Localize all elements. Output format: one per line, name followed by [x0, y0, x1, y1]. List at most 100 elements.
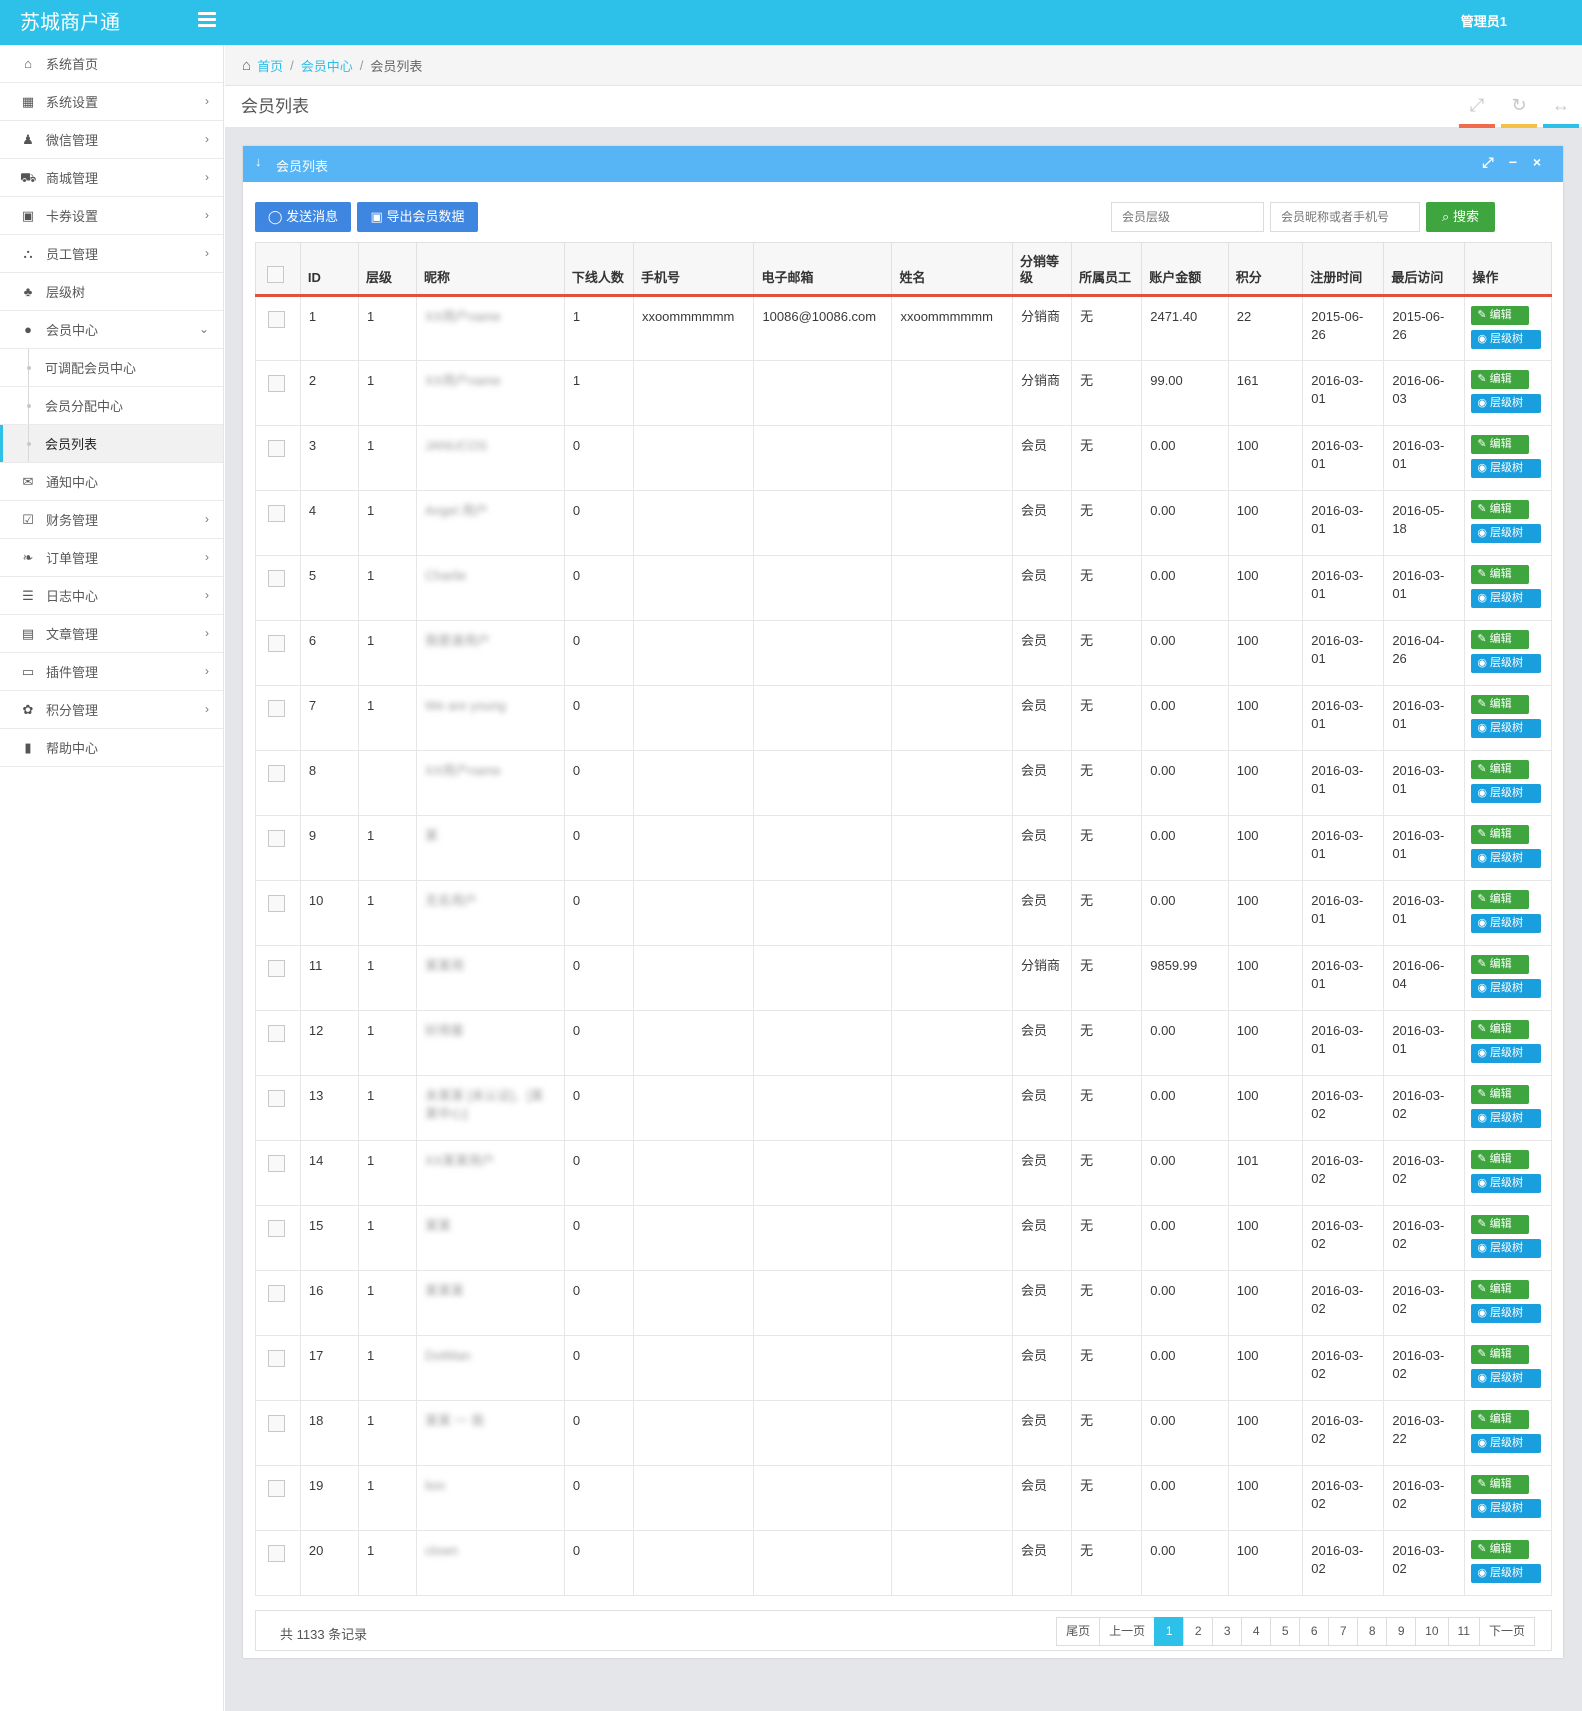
- edit-button[interactable]: ✎ 编辑: [1471, 1020, 1530, 1039]
- edit-button[interactable]: ✎ 编辑: [1471, 565, 1530, 584]
- level-tree-button[interactable]: ◉ 层级树: [1471, 330, 1542, 349]
- user-menu[interactable]: 管理员1: [1461, 12, 1507, 32]
- page-number-button[interactable]: 2: [1183, 1617, 1214, 1646]
- row-checkbox[interactable]: [268, 895, 285, 912]
- export-members-button[interactable]: ▣ 导出会员数据: [357, 202, 478, 232]
- page-number-button[interactable]: 11: [1447, 1617, 1480, 1646]
- edit-button[interactable]: ✎ 编辑: [1471, 435, 1530, 454]
- sidebar-subitem[interactable]: 会员列表: [0, 425, 223, 463]
- row-checkbox[interactable]: [268, 375, 285, 392]
- level-tree-button[interactable]: ◉ 层级树: [1471, 979, 1542, 998]
- page-number-button[interactable]: 6: [1299, 1617, 1330, 1646]
- level-tree-button[interactable]: ◉ 层级树: [1471, 459, 1542, 478]
- level-tree-button[interactable]: ◉ 层级树: [1471, 1434, 1542, 1453]
- page-number-button[interactable]: 5: [1270, 1617, 1301, 1646]
- edit-button[interactable]: ✎ 编辑: [1471, 1345, 1530, 1364]
- level-tree-button[interactable]: ◉ 层级树: [1471, 394, 1542, 413]
- edit-button[interactable]: ✎ 编辑: [1471, 500, 1530, 519]
- menu-toggle-icon[interactable]: [198, 12, 216, 28]
- row-checkbox[interactable]: [268, 1415, 285, 1432]
- last-page-button[interactable]: 尾页: [1056, 1617, 1101, 1646]
- row-checkbox[interactable]: [268, 1285, 285, 1302]
- sidebar-item[interactable]: ✉ 通知中心: [0, 463, 223, 501]
- level-tree-button[interactable]: ◉ 层级树: [1471, 719, 1542, 738]
- sidebar-item[interactable]: ♣ 层级树: [0, 273, 223, 311]
- row-checkbox[interactable]: [268, 1350, 285, 1367]
- edit-button[interactable]: ✎ 编辑: [1471, 1280, 1530, 1299]
- page-number-button[interactable]: 4: [1241, 1617, 1272, 1646]
- row-checkbox[interactable]: [268, 311, 285, 328]
- level-tree-button[interactable]: ◉ 层级树: [1471, 589, 1542, 608]
- edit-button[interactable]: ✎ 编辑: [1471, 1150, 1530, 1169]
- row-checkbox[interactable]: [268, 570, 285, 587]
- page-number-button[interactable]: 9: [1386, 1617, 1417, 1646]
- sidebar-item[interactable]: ☰ 日志中心 ›: [0, 577, 223, 615]
- level-tree-button[interactable]: ◉ 层级树: [1471, 1564, 1542, 1583]
- row-checkbox[interactable]: [268, 960, 285, 977]
- row-checkbox[interactable]: [268, 700, 285, 717]
- row-checkbox[interactable]: [268, 830, 285, 847]
- sidebar-item[interactable]: ✿ 积分管理 ›: [0, 691, 223, 729]
- edit-button[interactable]: ✎ 编辑: [1471, 890, 1530, 909]
- level-tree-button[interactable]: ◉ 层级树: [1471, 849, 1542, 868]
- page-number-button[interactable]: 3: [1212, 1617, 1243, 1646]
- sidebar-item[interactable]: ⛬ 员工管理 ›: [0, 235, 223, 273]
- edit-button[interactable]: ✎ 编辑: [1471, 1215, 1530, 1234]
- level-tree-button[interactable]: ◉ 层级树: [1471, 524, 1542, 543]
- edit-button[interactable]: ✎ 编辑: [1471, 1540, 1530, 1559]
- app-brand[interactable]: 苏城商户通: [20, 9, 120, 37]
- edit-button[interactable]: ✎ 编辑: [1471, 955, 1530, 974]
- level-tree-button[interactable]: ◉ 层级树: [1471, 654, 1542, 673]
- close-icon[interactable]: ×: [1529, 154, 1545, 170]
- level-tree-button[interactable]: ◉ 层级树: [1471, 1369, 1542, 1388]
- edit-button[interactable]: ✎ 编辑: [1471, 630, 1530, 649]
- row-checkbox[interactable]: [268, 1545, 285, 1562]
- level-tree-button[interactable]: ◉ 层级树: [1471, 784, 1542, 803]
- row-checkbox[interactable]: [268, 1220, 285, 1237]
- refresh-icon[interactable]: ↻: [1501, 86, 1537, 128]
- row-checkbox[interactable]: [268, 1480, 285, 1497]
- row-checkbox[interactable]: [268, 1025, 285, 1042]
- search-keyword-input[interactable]: [1270, 202, 1420, 232]
- edit-button[interactable]: ✎ 编辑: [1471, 1085, 1530, 1104]
- page-number-button[interactable]: 1: [1154, 1617, 1185, 1646]
- minimize-icon[interactable]: −: [1505, 154, 1521, 170]
- row-checkbox[interactable]: [268, 1090, 285, 1107]
- row-checkbox[interactable]: [268, 505, 285, 522]
- edit-button[interactable]: ✎ 编辑: [1471, 825, 1530, 844]
- page-number-button[interactable]: 8: [1357, 1617, 1388, 1646]
- select-all-checkbox[interactable]: [267, 266, 284, 283]
- level-tree-button[interactable]: ◉ 层级树: [1471, 914, 1542, 933]
- fullscreen-icon[interactable]: ⤢: [1459, 86, 1495, 128]
- prev-page-button[interactable]: 上一页: [1099, 1617, 1156, 1646]
- sidebar-subitem[interactable]: 可调配会员中心: [0, 349, 223, 387]
- row-checkbox[interactable]: [268, 1155, 285, 1172]
- page-number-button[interactable]: 10: [1415, 1617, 1449, 1646]
- level-tree-button[interactable]: ◉ 层级树: [1471, 1304, 1542, 1323]
- level-tree-button[interactable]: ◉ 层级树: [1471, 1499, 1542, 1518]
- search-button[interactable]: ⌕ 搜索: [1426, 202, 1495, 232]
- edit-button[interactable]: ✎ 编辑: [1471, 1410, 1530, 1429]
- edit-button[interactable]: ✎ 编辑: [1471, 370, 1530, 389]
- sidebar-subitem[interactable]: 会员分配中心: [0, 387, 223, 425]
- level-tree-button[interactable]: ◉ 层级树: [1471, 1174, 1542, 1193]
- sidebar-item[interactable]: ☑ 财务管理 ›: [0, 501, 223, 539]
- row-checkbox[interactable]: [268, 765, 285, 782]
- next-page-button[interactable]: 下一页: [1478, 1617, 1535, 1646]
- edit-button[interactable]: ✎ 编辑: [1471, 306, 1530, 325]
- sidebar-item[interactable]: ❧ 订单管理 ›: [0, 539, 223, 577]
- level-tree-button[interactable]: ◉ 层级树: [1471, 1044, 1542, 1063]
- sidebar-item[interactable]: ⌂ 系统首页: [0, 45, 223, 83]
- member-level-input[interactable]: [1111, 202, 1264, 232]
- level-tree-button[interactable]: ◉ 层级树: [1471, 1239, 1542, 1258]
- breadcrumb-section-link[interactable]: 会员中心: [301, 56, 353, 75]
- sidebar-item[interactable]: ♟ 微信管理 ›: [0, 121, 223, 159]
- sidebar-item[interactable]: ▦ 系统设置 ›: [0, 83, 223, 121]
- edit-button[interactable]: ✎ 编辑: [1471, 695, 1530, 714]
- sidebar-item[interactable]: ▭ 插件管理 ›: [0, 653, 223, 691]
- sidebar-item[interactable]: ▣ 卡券设置 ›: [0, 197, 223, 235]
- maximize-icon[interactable]: ⤢: [1480, 154, 1496, 171]
- sidebar-item[interactable]: ● 会员中心 ⌄: [0, 311, 223, 349]
- edit-button[interactable]: ✎ 编辑: [1471, 1475, 1530, 1494]
- sidebar-item[interactable]: ▤ 文章管理 ›: [0, 615, 223, 653]
